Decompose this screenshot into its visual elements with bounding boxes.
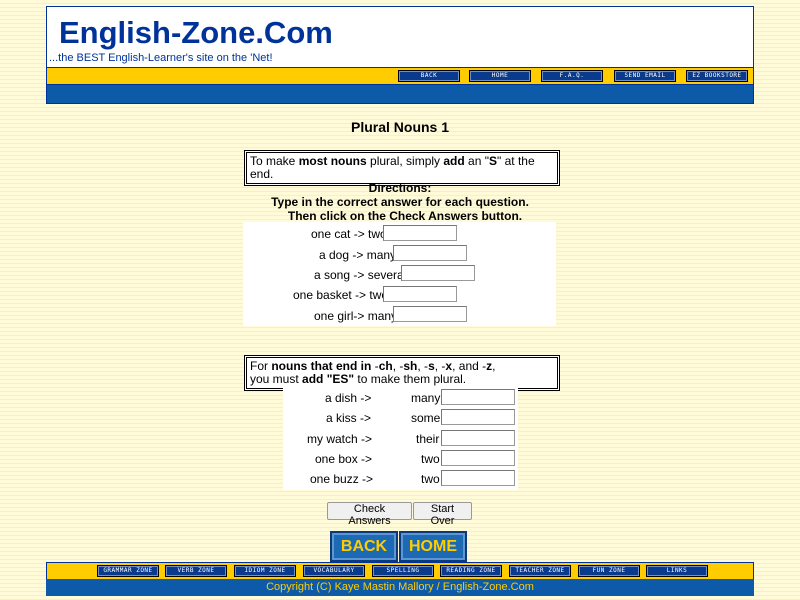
rule-text: , - [392, 359, 404, 373]
question-prompt: one girl-> many [314, 309, 398, 323]
footer-grammar-zone-button[interactable]: GRAMMAR ZONE [97, 565, 159, 577]
directions-line-2: Then click on the Check Answers button. [287, 209, 523, 223]
answer-input[interactable] [383, 225, 457, 241]
nav-faq-button[interactable]: F.A.Q. [541, 70, 603, 82]
footer-vocabulary-button[interactable]: VOCABULARY [303, 565, 365, 577]
footer-verb-zone-button[interactable]: VERB ZONE [165, 565, 227, 577]
answer-input[interactable] [383, 286, 457, 302]
question-subject: one buzz -> [310, 472, 374, 486]
copyright-bar: Copyright (C) Kaye Mastin Mallory / Engl… [46, 579, 754, 596]
question-prompt: a song -> several [314, 268, 407, 282]
rule-text: you must [250, 372, 303, 386]
question-quantifier: two [421, 472, 440, 486]
rule-text: To make [250, 154, 299, 168]
site-tagline: ...the BEST English-Learner's site on th… [49, 52, 273, 64]
rule-text: , and - [452, 359, 487, 373]
rule-emphasis: add [443, 154, 465, 168]
question-quantifier: some [411, 411, 441, 425]
rule-emphasis: sh [403, 359, 418, 373]
back-button[interactable]: BACK [330, 531, 398, 562]
question-prompt: one cat -> two [311, 227, 387, 241]
question-subject: one box -> [315, 452, 373, 466]
answer-input[interactable] [401, 265, 475, 281]
footer-idiom-zone-button[interactable]: IDIOM ZONE [234, 565, 296, 577]
footer-fun-zone-button[interactable]: FUN ZONE [578, 565, 640, 577]
question-quantifier: their [416, 432, 440, 446]
nav-send-email-button[interactable]: SEND EMAIL [614, 70, 676, 82]
answer-input[interactable] [441, 470, 515, 486]
top-nav-bar: BACK HOME F.A.Q. SEND EMAIL EZ BOOKSTORE [47, 67, 753, 85]
answer-input[interactable] [441, 409, 515, 425]
rule-emphasis: add "ES" [302, 372, 355, 386]
nav-back-button[interactable]: BACK [398, 70, 460, 82]
check-answers-button[interactable]: Check Answers [327, 502, 412, 527]
rule-emphasis: S [489, 154, 498, 168]
nav-home-button[interactable]: HOME [469, 70, 531, 82]
directions-heading: Directions: [368, 181, 432, 195]
footer-links-button[interactable]: LINKS [646, 565, 708, 577]
footer-spelling-button[interactable]: SPELLING [372, 565, 434, 577]
nav-ez-bookstore-button[interactable]: EZ BOOKSTORE [686, 70, 748, 82]
rule-text: to make them plural. [354, 372, 467, 386]
question-subject: my watch -> [307, 432, 373, 446]
footer-reading-zone-button[interactable]: READING ZONE [440, 565, 502, 577]
question-quantifier: many [411, 391, 441, 405]
question-subject: a kiss -> [326, 411, 372, 425]
footer-teacher-zone-button[interactable]: TEACHER ZONE [509, 565, 571, 577]
footer-nav-bar: GRAMMAR ZONE VERB ZONE IDIOM ZONE VOCABU… [46, 562, 754, 580]
rule-emphasis: ch [378, 359, 393, 373]
start-over-button[interactable]: Start Over [413, 502, 472, 527]
rule-text: plural, simply [366, 154, 444, 168]
directions: Directions: Type in the correct answer f… [0, 181, 800, 223]
answer-input[interactable] [441, 450, 515, 466]
header-blue-bar [47, 85, 753, 103]
page-title: Plural Nouns 1 [350, 119, 450, 135]
rule-text: - [371, 359, 379, 373]
rule-text: , - [434, 359, 446, 373]
rule-note-add-es: For nouns that end in -ch, -sh, -s, -x, … [244, 355, 560, 391]
answer-input[interactable] [441, 430, 515, 446]
rule-text: , [492, 359, 496, 373]
answer-input[interactable] [393, 306, 467, 322]
question-quantifier: two [421, 452, 440, 466]
site-header: English-Zone.Com ...the BEST English-Lea… [46, 6, 754, 104]
rule-text: For [250, 359, 272, 373]
directions-line-1: Type in the correct answer for each ques… [271, 195, 529, 209]
rule-text: , - [417, 359, 429, 373]
home-button[interactable]: HOME [399, 531, 467, 562]
rule-text: an " [464, 154, 489, 168]
rule-emphasis: most nouns [298, 154, 367, 168]
question-prompt: one basket -> two [293, 288, 389, 302]
answer-input[interactable] [441, 389, 515, 405]
site-logo[interactable]: English-Zone.Com [59, 15, 333, 51]
question-subject: a dish -> [325, 391, 372, 405]
rule-emphasis: s [428, 359, 435, 373]
rule-emphasis: nouns that end in [271, 359, 372, 373]
question-prompt: a dog -> many [319, 248, 397, 262]
answer-input[interactable] [393, 245, 467, 261]
